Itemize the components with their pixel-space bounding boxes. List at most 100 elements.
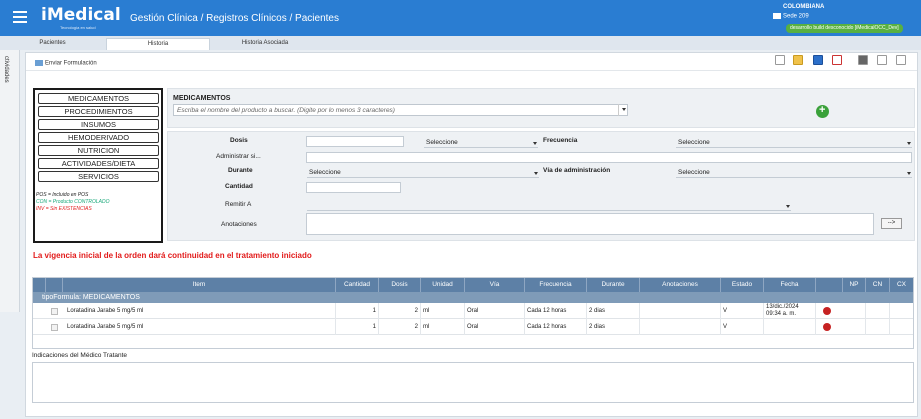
legend-con: CON = Producto CONTROLADO xyxy=(36,199,110,205)
building-icon xyxy=(773,13,781,19)
product-search-input[interactable]: Escriba el nombre del producto a buscar.… xyxy=(173,104,628,116)
cell-estado: V xyxy=(721,319,764,335)
chevron-down-icon xyxy=(531,168,539,178)
row-checkbox[interactable] xyxy=(51,308,58,315)
frecuencia-value: Seleccione xyxy=(678,139,710,146)
cell-cantidad: 1 xyxy=(336,319,379,335)
cell-item: Loratadina Jarabe 5 mg/5 ml xyxy=(63,303,336,319)
cell-fecha: 13/dic./2024 09:34 a. m. xyxy=(764,303,816,319)
add-product-icon[interactable] xyxy=(816,104,829,118)
anotaciones-label: Anotaciones xyxy=(221,221,257,228)
header-estado[interactable]: Estado xyxy=(721,278,764,292)
cell-estado: V xyxy=(721,303,764,319)
header-cn[interactable]: CN xyxy=(866,278,890,292)
durante-label: Durante xyxy=(228,167,253,174)
sede-label[interactable]: Sede 209 xyxy=(773,13,809,20)
cell-cantidad: 1 xyxy=(336,303,379,319)
cell-unidad: ml xyxy=(421,319,465,335)
table-row[interactable]: Loratadina Jarabe 5 mg/5 ml 1 2 ml Oral … xyxy=(33,319,913,335)
category-insumos[interactable]: INSUMOS xyxy=(38,119,159,130)
cell-frecuencia: Cada 12 horas xyxy=(525,319,587,335)
row-checkbox[interactable] xyxy=(51,324,58,331)
administrar-label: Administrar si... xyxy=(216,153,261,160)
breadcrumb: Gestión Clínica / Registros Clínicos / P… xyxy=(130,13,339,24)
category-medicamentos[interactable]: MEDICAMENTOS xyxy=(38,93,159,104)
top-bar: iMedical Tecnología en salud Gestión Clí… xyxy=(0,0,921,36)
category-nutricion[interactable]: NUTRICION xyxy=(38,145,159,156)
cell-via: Oral xyxy=(465,319,525,335)
enviar-formulacion-button[interactable]: Enviar Formulación xyxy=(35,60,97,67)
chevron-down-icon[interactable] xyxy=(618,104,628,116)
new-document-icon[interactable] xyxy=(775,55,785,65)
enviar-label: Enviar Formulación xyxy=(45,60,97,67)
indicaciones-label: Indicaciones del Médico Tratante xyxy=(32,352,128,359)
header-dosis[interactable]: Dosis xyxy=(379,278,421,292)
header-cx[interactable]: CX xyxy=(890,278,913,292)
save-icon[interactable] xyxy=(813,55,823,65)
header-anotaciones[interactable]: Anotaciones xyxy=(640,278,721,292)
dosis-unit-select[interactable]: Seleccione xyxy=(424,138,538,148)
menu-icon[interactable] xyxy=(13,11,27,23)
category-procedimientos[interactable]: PROCEDIMIENTOS xyxy=(38,106,159,117)
cell-cn xyxy=(866,319,890,335)
dosis-input[interactable] xyxy=(306,136,404,147)
anotaciones-textarea[interactable] xyxy=(306,213,874,235)
warning-message: La vigencia inicial de la orden dará con… xyxy=(33,251,312,260)
cell-cn xyxy=(866,303,890,319)
cell-dosis: 2 xyxy=(379,303,421,319)
administrar-input[interactable] xyxy=(306,152,912,163)
logo[interactable]: iMedical Tecnología en salud xyxy=(41,5,121,33)
tab-historia-asociada[interactable]: Historia Asociada xyxy=(215,38,315,50)
category-servicios[interactable]: SERVICIOS xyxy=(38,171,159,182)
header-durante[interactable]: Durante xyxy=(587,278,640,292)
frecuencia-select[interactable]: Seleccione xyxy=(676,138,912,148)
group-label: tipoFormula: MEDICAMENTOS xyxy=(42,294,140,301)
via-select[interactable]: Seleccione xyxy=(676,168,912,178)
header-unidad[interactable]: Unidad xyxy=(421,278,465,292)
header-expand xyxy=(33,278,46,292)
via-label: Vía de administración xyxy=(543,167,611,174)
prescription-form: Dosis Seleccione Frecuencia Seleccione A… xyxy=(167,131,915,241)
header-item[interactable]: Item xyxy=(63,278,336,292)
print-icon[interactable] xyxy=(858,55,868,65)
fecha-date: 13/dic./2024 xyxy=(766,304,799,310)
export-icon[interactable] xyxy=(896,55,906,65)
category-hemoderivado[interactable]: HEMODERIVADO xyxy=(38,132,159,143)
header-fecha[interactable]: Fecha xyxy=(764,278,816,292)
tab-bar: Pacientes Historia Historia Asociada xyxy=(0,36,921,50)
group-row[interactable]: tipoFormula: MEDICAMENTOS xyxy=(33,292,913,303)
via-value: Seleccione xyxy=(678,169,710,176)
preview-icon[interactable] xyxy=(877,55,887,65)
tab-historia[interactable]: Historia xyxy=(106,38,210,50)
cell-anotaciones xyxy=(640,303,721,319)
prescriptions-table: Item Cantidad Dosis Unidad Vía Frecuenci… xyxy=(32,277,914,349)
cell-np xyxy=(843,303,866,319)
header-frecuencia[interactable]: Frecuencia xyxy=(525,278,587,292)
main-panel: Enviar Formulación MEDICAMENTOS PROCEDIM… xyxy=(25,52,918,417)
dosis-label: Dosis xyxy=(230,137,248,144)
cantidad-input[interactable] xyxy=(306,182,401,193)
sede-text: Sede 209 xyxy=(783,13,809,20)
category-actividades-dieta[interactable]: ACTIVIDADES/DIETA xyxy=(38,158,159,169)
cell-durante: 2 dias xyxy=(587,303,640,319)
indicaciones-textarea[interactable] xyxy=(32,362,914,403)
tab-pacientes[interactable]: Pacientes xyxy=(5,38,100,50)
remitir-select[interactable] xyxy=(307,201,791,211)
open-folder-icon[interactable] xyxy=(793,55,803,65)
delete-row-icon[interactable] xyxy=(823,307,831,315)
side-tab[interactable]: ctividades xyxy=(0,50,20,312)
logo-tagline: Tecnología en salud xyxy=(60,25,96,30)
add-annotation-button[interactable]: --> xyxy=(881,218,902,229)
header-np[interactable]: NP xyxy=(843,278,866,292)
header-select xyxy=(46,278,63,292)
cell-frecuencia: Cada 12 horas xyxy=(525,303,587,319)
delete-document-icon[interactable] xyxy=(832,55,842,65)
chevron-down-icon xyxy=(530,138,538,148)
header-via[interactable]: Vía xyxy=(465,278,525,292)
header-cantidad[interactable]: Cantidad xyxy=(336,278,379,292)
delete-row-icon[interactable] xyxy=(823,323,831,331)
cell-np xyxy=(843,319,866,335)
cell-durante: 2 dias xyxy=(587,319,640,335)
durante-select[interactable]: Seleccione xyxy=(307,168,539,178)
table-row[interactable]: Loratadina Jarabe 5 mg/5 ml 1 2 ml Oral … xyxy=(33,303,913,319)
